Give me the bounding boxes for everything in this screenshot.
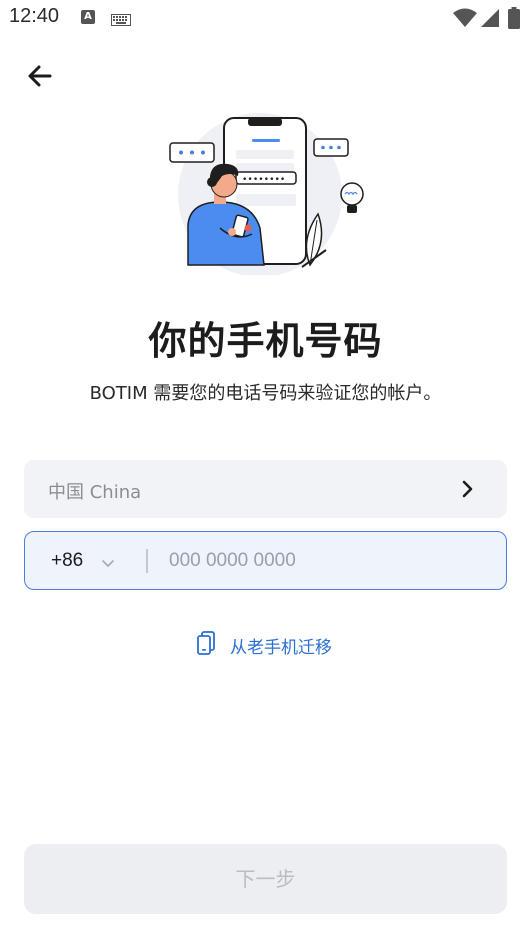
phone-number-input[interactable] — [169, 546, 489, 576]
chevron-right-icon — [461, 479, 475, 503]
page-title: 你的手机号码 — [148, 319, 383, 363]
next-button[interactable]: 下一步 — [24, 844, 507, 914]
arrow-left-icon — [28, 65, 52, 87]
page-subtitle: BOTIM 需要您的电话号码来验证您的帐户。 — [89, 383, 442, 404]
status-bar: 12:40 A — [0, 0, 531, 36]
field-divider — [146, 549, 148, 573]
signal-icon — [480, 8, 500, 32]
migrate-label: 从老手机迁移 — [230, 637, 332, 658]
migrate-from-old-phone-link[interactable]: 从老手机迁移 — [196, 631, 332, 659]
chevron-down-icon[interactable] — [101, 554, 115, 573]
keyboard-icon — [111, 11, 131, 30]
dial-code-selector[interactable]: +86 — [51, 550, 83, 572]
wifi-icon — [453, 8, 477, 32]
country-selector[interactable]: 中国 China — [24, 460, 507, 518]
back-button[interactable] — [24, 60, 56, 92]
status-time: 12:40 — [9, 5, 60, 27]
svg-text:••••••••: •••••••• — [242, 175, 285, 185]
country-label: 中国 China — [48, 482, 142, 503]
phone-illustration: •••••••• — [160, 110, 372, 277]
battery-icon — [508, 7, 520, 33]
text-notification-icon: A — [81, 10, 95, 24]
phone-number-field: +86 — [24, 531, 507, 590]
phone-copy-icon — [196, 631, 216, 659]
